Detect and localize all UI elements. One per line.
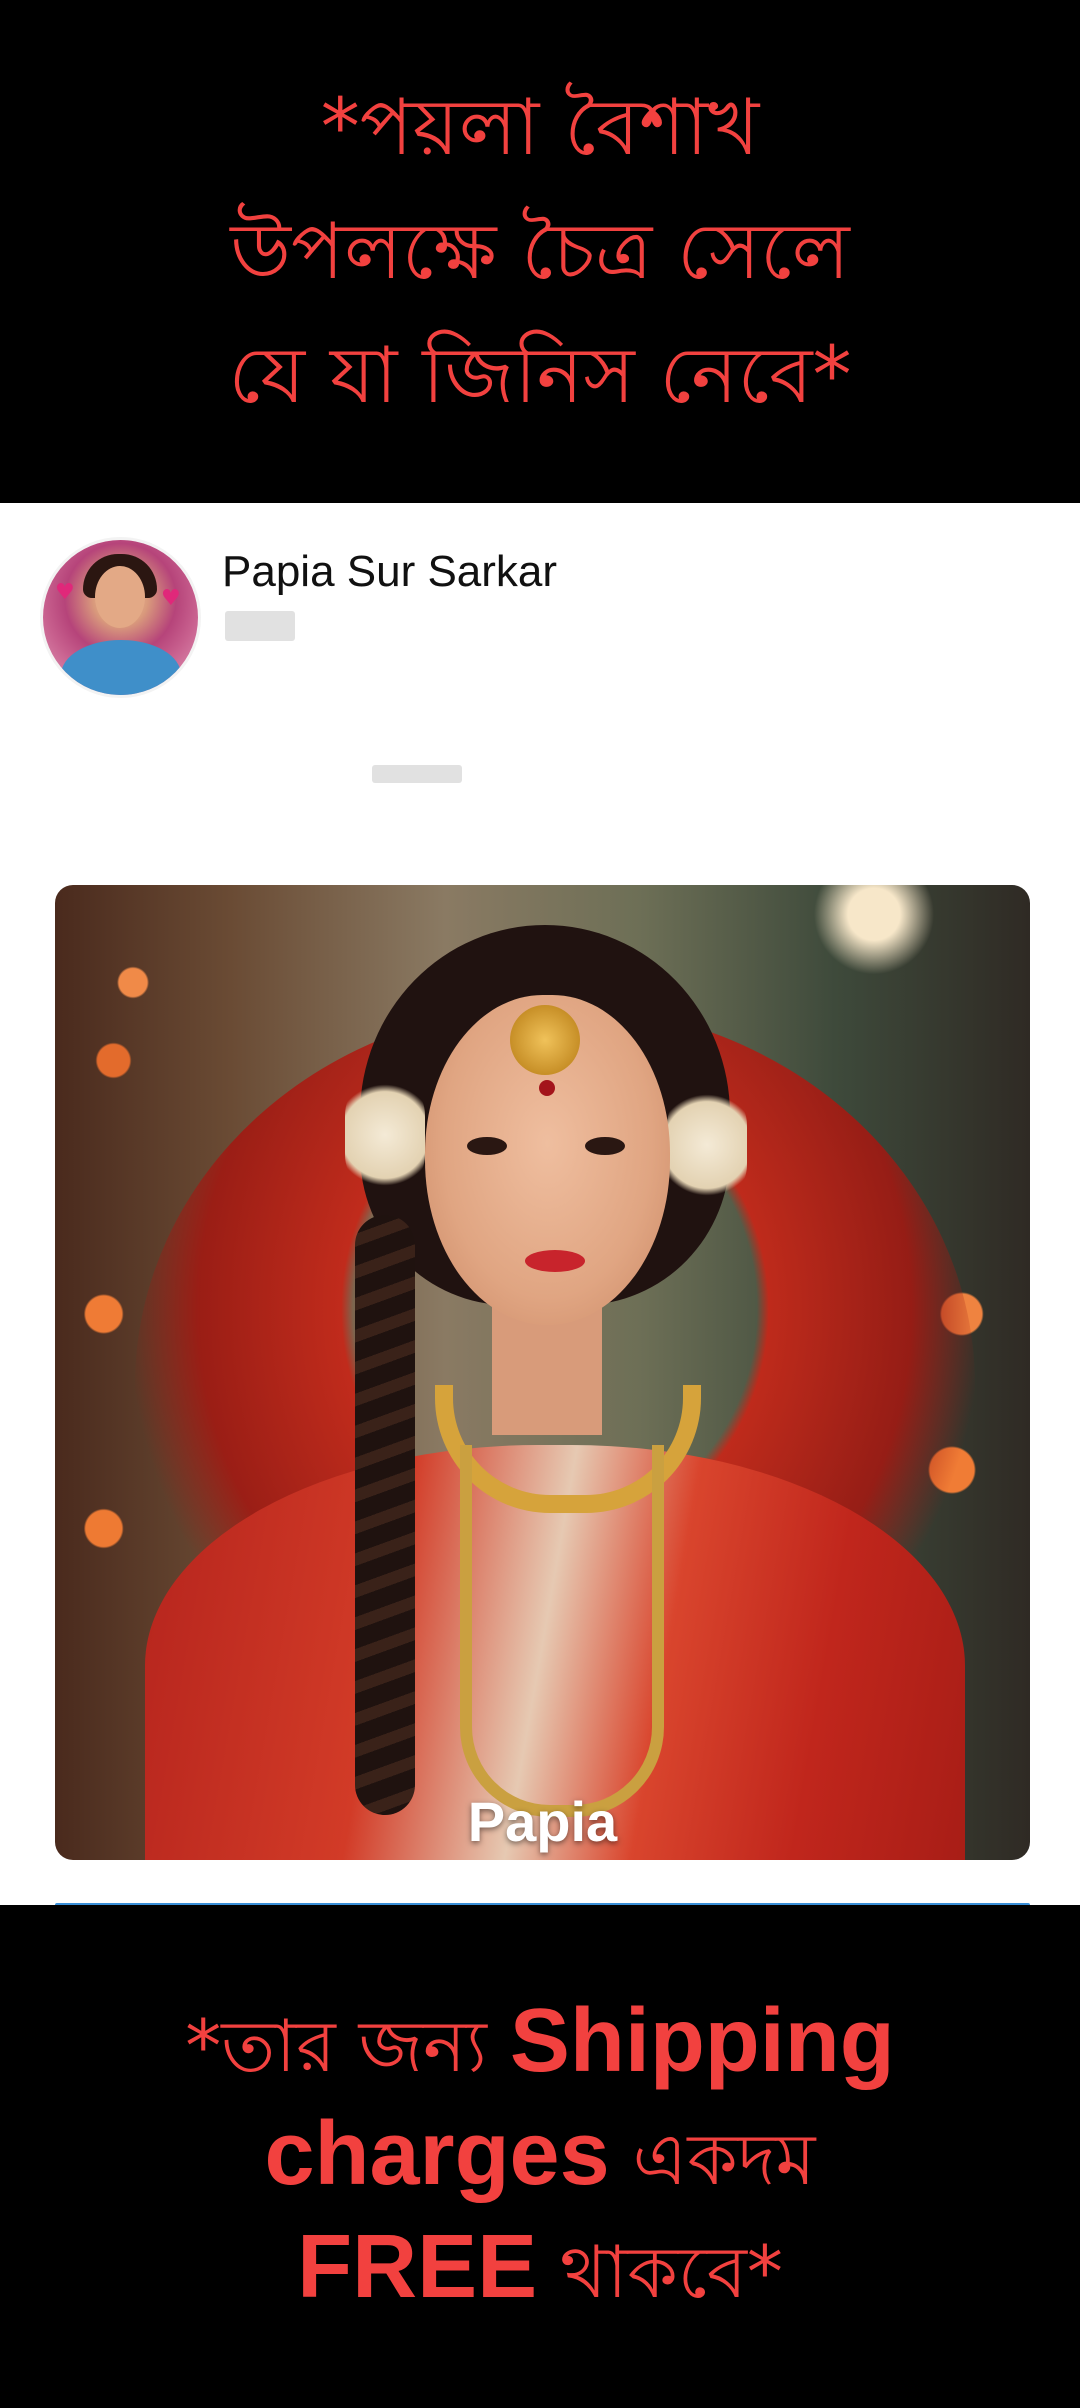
author-avatar[interactable]: ♥ ♥ <box>43 540 198 695</box>
photo-eye <box>585 1137 625 1155</box>
photo-hair-flowers <box>345 1075 425 1195</box>
post-photo[interactable]: Papia <box>55 885 1030 1860</box>
author-name[interactable]: Papia Sur Sarkar <box>222 547 557 597</box>
photo-hair-flowers <box>667 1085 747 1205</box>
photo-eye <box>467 1137 507 1155</box>
bottom-line-3-english: FREE <box>297 2217 538 2317</box>
photo-long-necklace <box>460 1445 664 1817</box>
post-card: ♥ ♥ Papia Sur Sarkar Papia <box>0 503 1080 1907</box>
bottom-banner-line-2: charges একদম <box>264 2100 815 2213</box>
heart-icon: ♥ <box>161 586 181 611</box>
bottom-line-2-bengali: একদম <box>609 2117 816 2201</box>
blurred-text <box>372 765 462 783</box>
blurred-subtitle <box>225 611 295 641</box>
photo-braid <box>355 1215 415 1815</box>
avatar-body <box>61 640 181 695</box>
photo-maang-tikka <box>510 1005 580 1075</box>
bottom-banner-line-1: *তার জন্য Shipping <box>185 1987 894 2100</box>
top-banner-line-1: *পয়লা বৈশাখ <box>320 82 760 173</box>
top-banner-line-3: যে যা জিনিস নেবে* <box>228 330 852 421</box>
bottom-line-2-english: charges <box>264 2104 610 2204</box>
top-banner-line-2: উপলক্ষে চৈত্র সেলে <box>230 206 850 297</box>
promo-post-screenshot: *পয়লা বৈশাখ উপলক্ষে চৈত্র সেলে যে যা জি… <box>0 0 1080 2408</box>
bottom-line-1-english: Shipping <box>509 1991 895 2091</box>
bottom-banner: *তার জন্য Shipping charges একদম FREE থাক… <box>0 1905 1080 2408</box>
bottom-line-3-bengali: থাকবে* <box>537 2230 783 2314</box>
avatar-face <box>95 566 145 628</box>
bottom-line-1-bengali: *তার জন্য <box>185 2004 510 2088</box>
top-banner: *পয়লা বৈশাখ উপলক্ষে চৈত্র সেলে যে যা জি… <box>0 0 1080 503</box>
bottom-banner-line-3: FREE থাকবে* <box>297 2213 783 2326</box>
heart-icon: ♥ <box>55 580 75 605</box>
photo-bindi <box>539 1080 555 1096</box>
photo-lips <box>525 1250 585 1272</box>
photo-caption: Papia <box>467 1790 618 1853</box>
